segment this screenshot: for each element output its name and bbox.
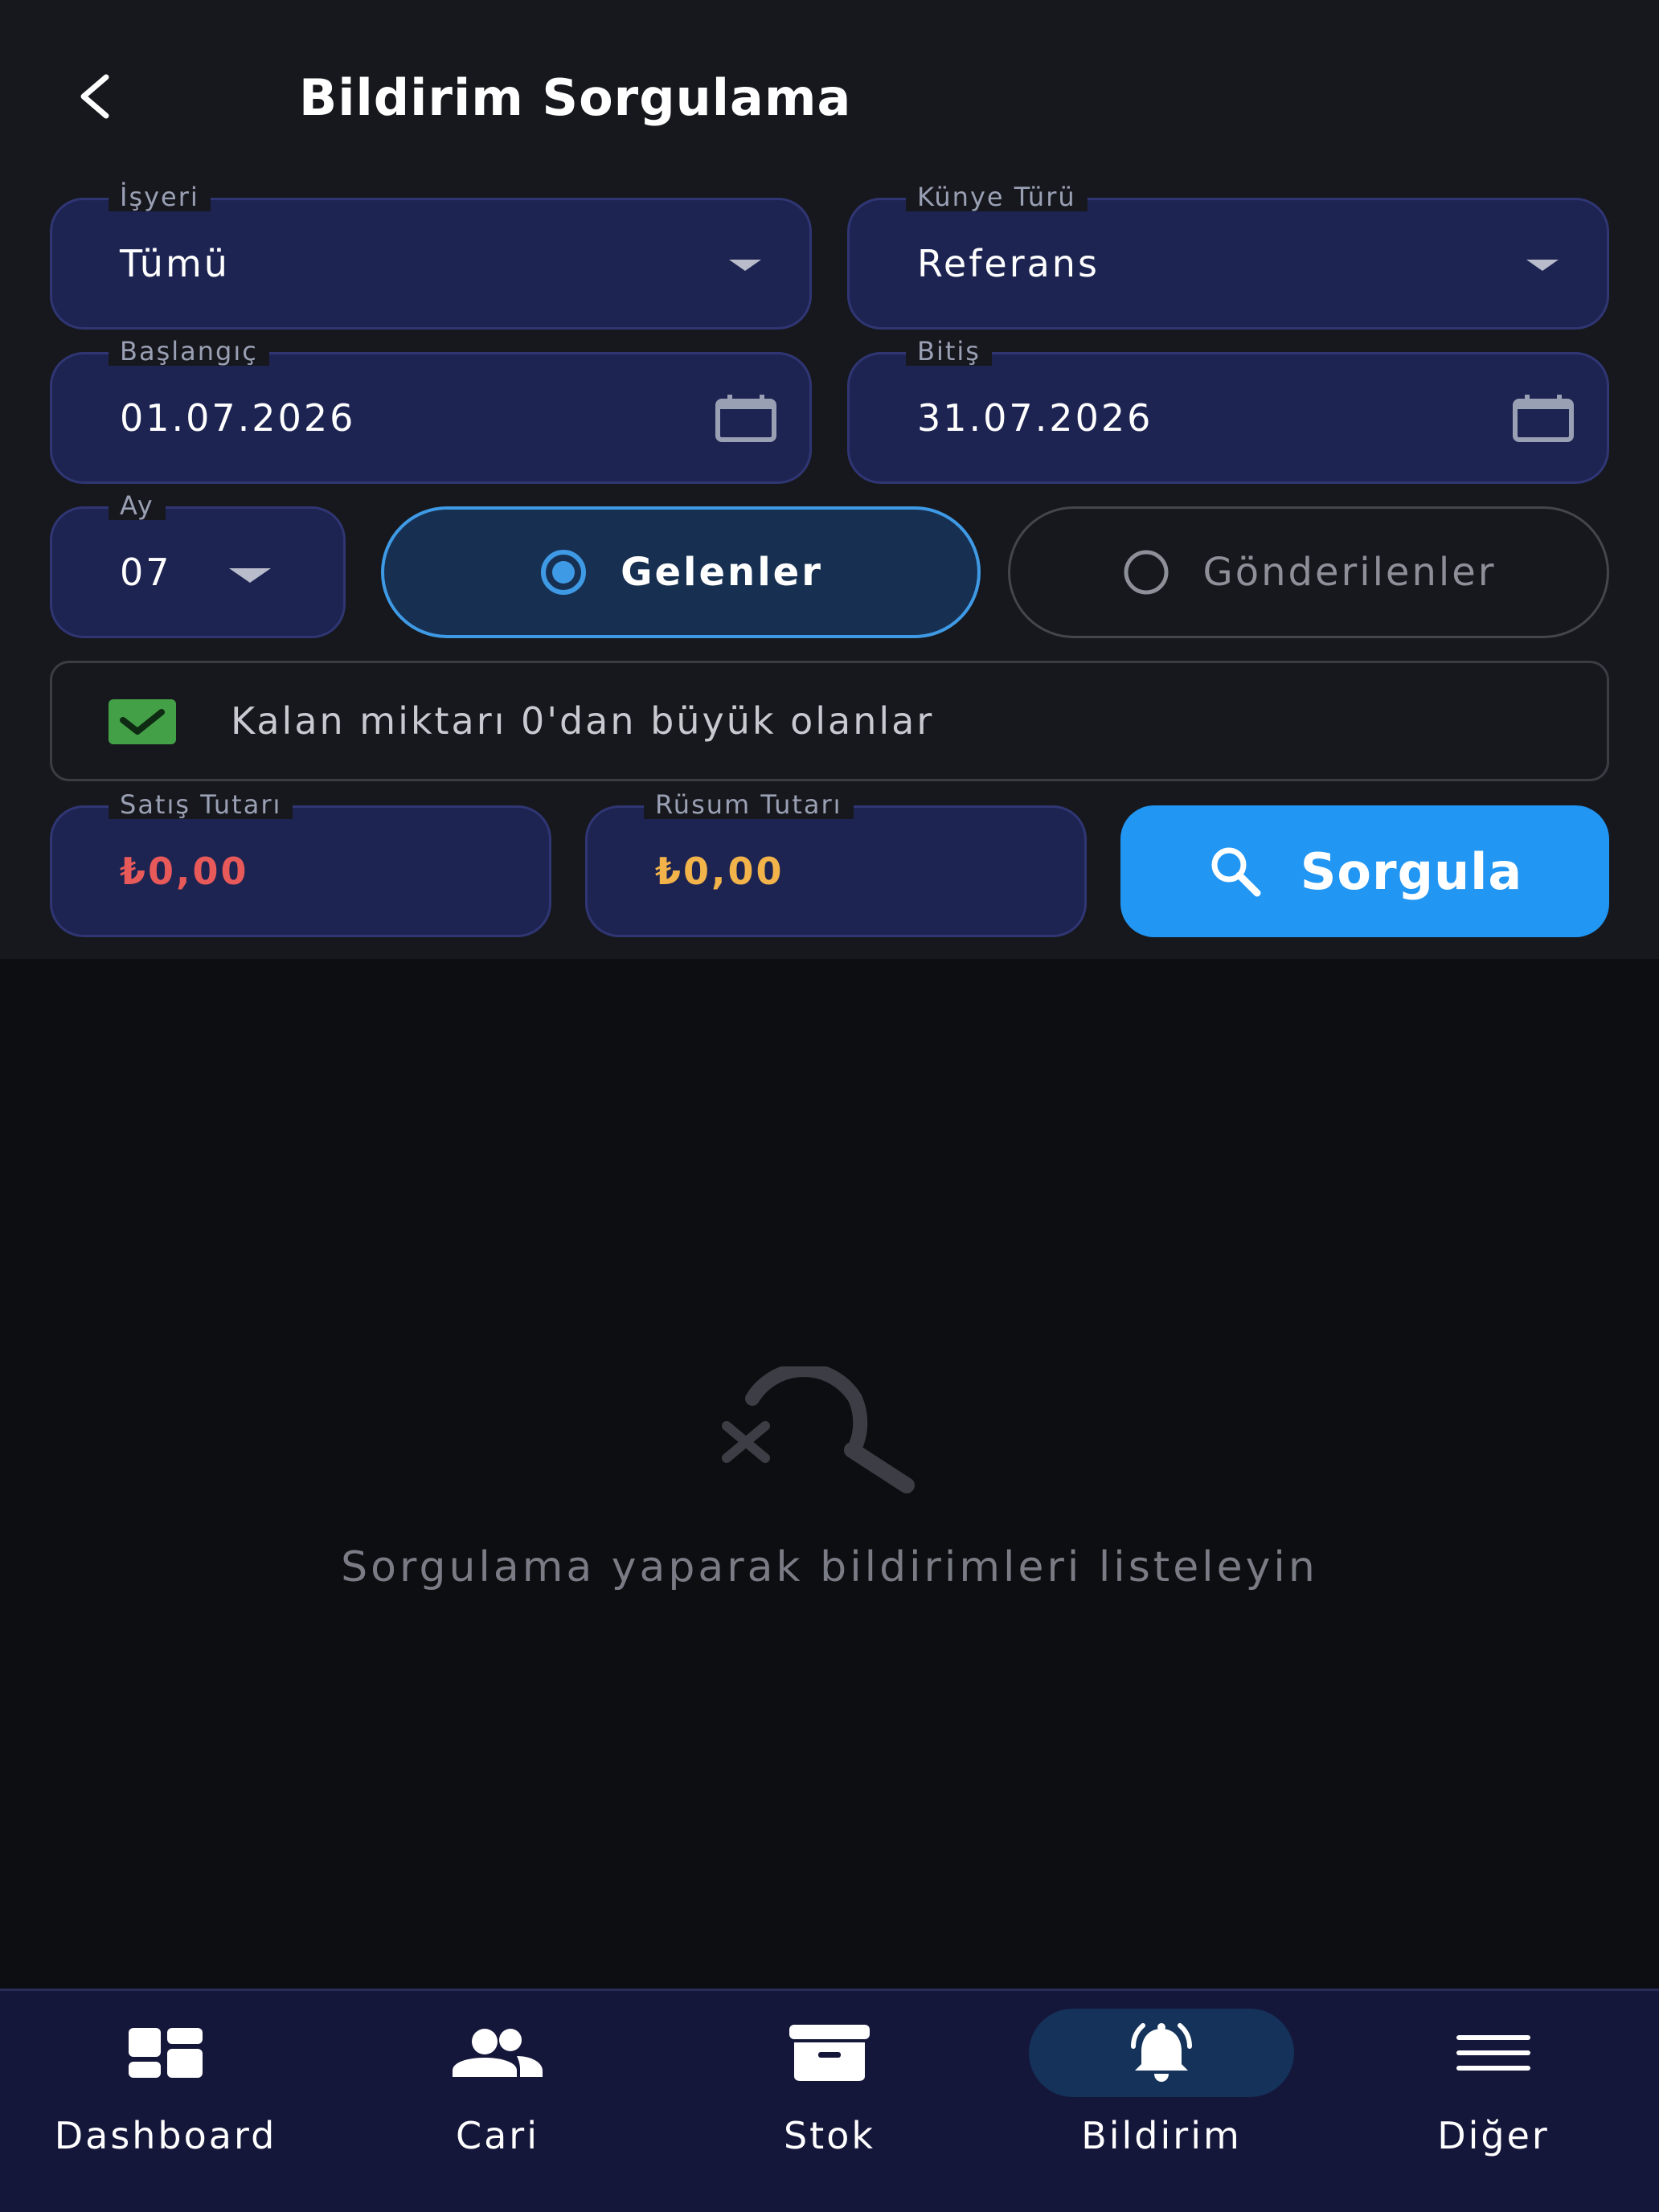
dashboard-icon [129,2028,203,2078]
nav-item-dashboard[interactable]: Dashboard [0,1991,331,2212]
radio-unchecked-icon [1124,550,1169,595]
search-off-icon [722,1366,915,1493]
sorgula-button-label: Sorgula [1300,842,1523,901]
nav-icon-wrap [1361,2009,1626,2097]
bottom-nav: Dashboard Cari Stok Bildirim Diğer [0,1989,1659,2212]
nav-icon-wrap [365,2009,630,2097]
radio-gelenler[interactable]: Gelenler [381,506,981,638]
empty-state-message: Sorgulama yaparak bildirimleri listeleyi… [341,1543,1318,1591]
radio-checked-icon [541,550,587,595]
kunye-turu-dropdown[interactable]: Künye Türü Referans [847,182,1609,330]
radio-gonderilenler[interactable]: Gönderilenler [1008,506,1609,638]
nav-icon-wrap [697,2009,962,2097]
sorgula-button[interactable]: Sorgula [1120,805,1609,937]
rusum-tutari-value: ₺0,00 [655,850,784,893]
menu-icon [1456,2035,1530,2071]
nav-item-diger[interactable]: Diğer [1328,1991,1659,2212]
page-title: Bildirim Sorgulama [299,68,852,127]
radio-gelenler-label: Gelenler [621,550,823,595]
isyeri-dropdown[interactable]: İşyeri Tümü [50,182,812,330]
baslangic-date-field[interactable]: Başlangıç 01.07.2026 [50,337,812,484]
calendar-icon[interactable] [1512,395,1575,443]
ay-dropdown[interactable]: Ay 07 [50,491,346,638]
filter-panel: Bildirim Sorgulama İşyeri Tümü Künye Tür… [0,0,1659,959]
nav-label-cari: Cari [456,2114,539,2157]
nav-label-dashboard: Dashboard [54,2114,277,2157]
remaining-filter-checkbox[interactable] [109,699,176,744]
search-icon [1211,847,1261,897]
people-icon [453,2029,543,2077]
calendar-icon[interactable] [715,395,777,443]
ay-value: 07 [120,551,172,594]
satis-tutari-field[interactable]: Satış Tutarı ₺0,00 [50,790,551,937]
chevron-left-icon [80,74,109,119]
nav-item-bildirim[interactable]: Bildirim [996,1991,1327,2212]
archive-icon [789,2025,870,2081]
radio-gonderilenler-label: Gönderilenler [1202,550,1497,595]
nav-label-stok: Stok [783,2114,876,2157]
kunye-turu-value: Referans [917,242,1100,285]
baslangic-value: 01.07.2026 [120,396,356,440]
back-button[interactable] [64,64,129,129]
rusum-tutari-field[interactable]: Rüsum Tutarı ₺0,00 [585,790,1087,937]
nav-icon-wrap [1029,2009,1294,2097]
caret-down-icon [229,568,271,583]
nav-item-cari[interactable]: Cari [332,1991,663,2212]
bell-icon [1131,2023,1192,2082]
remaining-filter-label: Kalan miktarı 0'dan büyük olanlar [231,699,935,743]
bitis-date-field[interactable]: Bitiş 31.07.2026 [847,337,1609,484]
nav-label-bildirim: Bildirim [1081,2114,1242,2157]
bitis-value: 31.07.2026 [917,396,1153,440]
nav-item-stok[interactable]: Stok [664,1991,995,2212]
check-icon [120,709,165,735]
isyeri-value: Tümü [120,242,230,285]
caret-down-icon [729,260,761,271]
remaining-filter-checkbox-row[interactable]: Kalan miktarı 0'dan büyük olanlar [50,661,1609,781]
satis-tutari-value: ₺0,00 [120,850,249,893]
nav-label-diger: Diğer [1437,2114,1550,2157]
caret-down-icon [1526,260,1559,271]
nav-icon-wrap [33,2009,298,2097]
app-root: Bildirim Sorgulama İşyeri Tümü Künye Tür… [0,0,1659,2212]
